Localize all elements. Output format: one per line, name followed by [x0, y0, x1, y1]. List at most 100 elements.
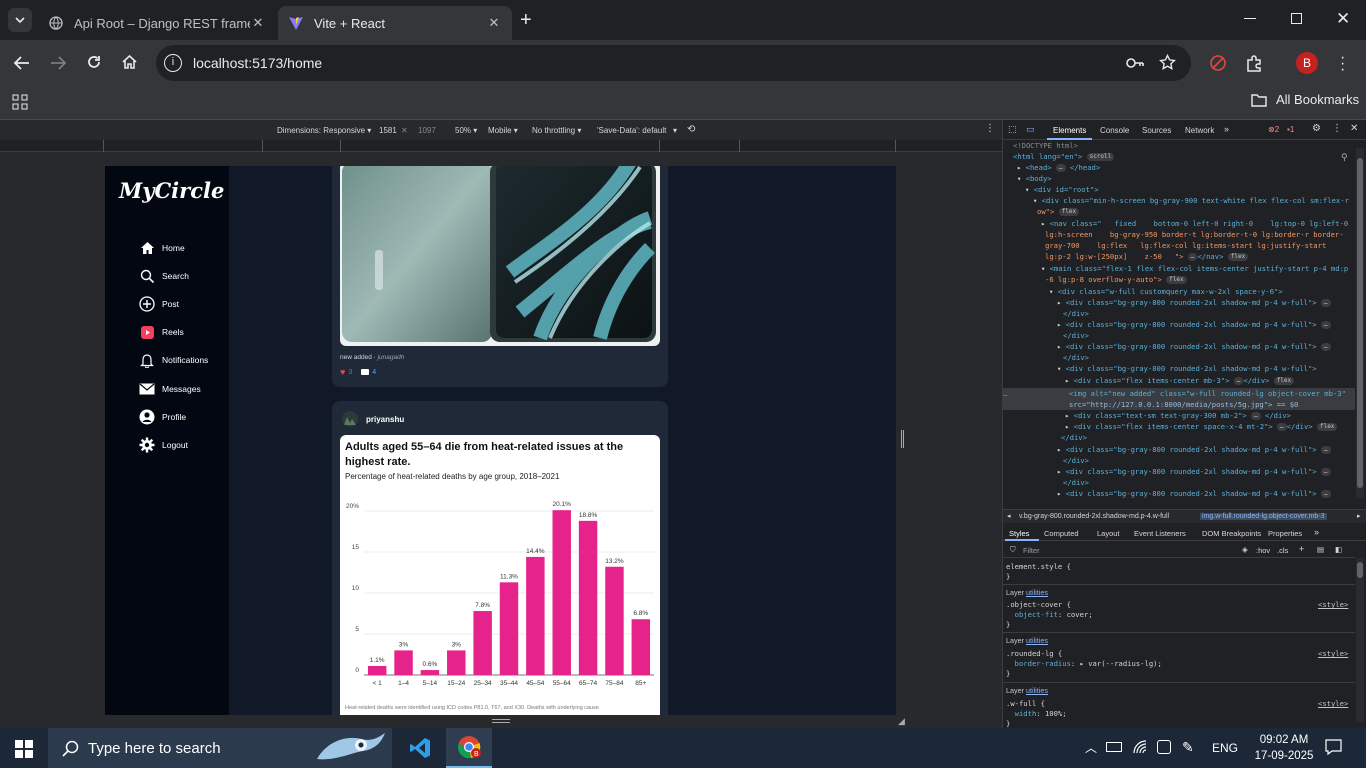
dom-line[interactable]: <!DOCTYPE html> — [1013, 140, 1078, 151]
rule-source-link[interactable]: <style> — [1318, 699, 1348, 709]
dom-line[interactable]: ▸ <div class="bg-gray-800 rounded-2xl sh… — [1057, 319, 1331, 330]
tab-vite-react[interactable]: Vite + React ✕ — [278, 6, 512, 40]
property-name[interactable]: width — [1015, 709, 1037, 718]
dom-line[interactable]: </div> — [1063, 330, 1089, 341]
restore-button[interactable] — [1291, 13, 1302, 24]
dom-line[interactable]: ▾ <div class="w-full customquery max-w-2… — [1049, 286, 1283, 297]
sidebar-item-notifications[interactable]: Notifications — [139, 352, 208, 368]
apps-grid-icon[interactable] — [12, 94, 28, 110]
warning-count[interactable]: ▪1 — [1287, 125, 1294, 134]
dom-line[interactable]: ▸ <div class="text-sm text-gray-300 mb-2… — [1065, 410, 1291, 421]
pin-icon[interactable]: ⚲ — [1341, 152, 1348, 163]
sidebar-item-logout[interactable]: Logout — [139, 437, 188, 453]
rule-object-cover[interactable]: .object-cover { object-fit: cover; } — [1006, 600, 1093, 630]
hov-toggle[interactable]: :hov — [1256, 546, 1270, 555]
dom-line[interactable]: <html lang="en"> scroll — [1013, 151, 1115, 162]
site-info-icon[interactable]: i — [164, 54, 182, 72]
zoom-select[interactable]: 50% ▾ — [455, 126, 477, 135]
vscode-app-icon[interactable] — [400, 728, 440, 768]
rule-w-full[interactable]: .w-full { width: 100%; } — [1006, 699, 1067, 728]
dom-line[interactable]: ow"> flex — [1037, 206, 1080, 217]
device-toggle-icon[interactable]: ▭ — [1026, 124, 1035, 135]
tab-django-api[interactable]: Api Root – Django REST framew ✕ — [38, 6, 276, 40]
battery-icon[interactable] — [1106, 742, 1122, 752]
tab-dom-breakpoints[interactable]: DOM Breakpoints — [1202, 529, 1261, 538]
resize-handle-bottom[interactable] — [492, 719, 510, 723]
computed-toggle-icon[interactable]: ▤ — [1317, 545, 1324, 554]
chart-image[interactable]: Adults aged 55–64 die from heat-related … — [340, 435, 660, 715]
tab-sources[interactable]: Sources — [1142, 126, 1171, 135]
tab-network[interactable]: Network — [1185, 126, 1214, 135]
height-input[interactable]: 1097 — [418, 126, 436, 135]
dom-line[interactable]: ▾ <main class="flex-1 flex flex-col item… — [1041, 263, 1348, 274]
tab-search-button[interactable] — [8, 8, 32, 32]
dom-line[interactable]: </div> — [1063, 308, 1089, 319]
dom-line[interactable]: ▸ <nav class=" fixed bottom-0 left-0 rig… — [1041, 218, 1348, 229]
extension-blocked-icon[interactable] — [1209, 54, 1227, 72]
close-tab-icon[interactable]: ✕ — [486, 15, 502, 31]
dom-line[interactable]: </div> — [1061, 432, 1087, 443]
rule-element-style[interactable]: element.style {} — [1006, 562, 1071, 582]
close-window-button[interactable]: ✕ — [1336, 9, 1350, 29]
taskbar-search-box[interactable]: Type here to search — [48, 728, 392, 768]
minimize-button[interactable] — [1244, 18, 1256, 19]
dom-line[interactable]: ▸ <div class="bg-gray-800 rounded-2xl sh… — [1057, 341, 1331, 352]
more-tabs-icon[interactable]: » — [1224, 124, 1229, 134]
property-name[interactable]: object-fit — [1015, 610, 1058, 619]
pen-workspace-icon[interactable]: ✎ — [1182, 739, 1194, 756]
dom-line[interactable]: </div> — [1063, 352, 1089, 363]
layer-link[interactable]: utilities — [1026, 588, 1048, 597]
property-name[interactable]: border-radius — [1015, 659, 1071, 668]
extensions-puzzle-icon[interactable] — [1245, 54, 1263, 72]
avatar[interactable] — [342, 411, 358, 427]
property-value[interactable]: var(--radius-lg); — [1088, 659, 1162, 668]
dom-line[interactable]: </div> — [1063, 477, 1089, 488]
dom-line[interactable]: gray-700 lg:flex lg:flex-col lg:items-st… — [1045, 240, 1326, 251]
brand-logo[interactable]: MyCircle — [119, 178, 224, 203]
dimensions-select[interactable]: Dimensions: Responsive ▾ — [277, 126, 371, 135]
close-tab-icon[interactable]: ✕ — [250, 15, 266, 31]
dom-line[interactable]: -6 lg:p-8 overflow-y-auto"> flex — [1045, 274, 1187, 285]
breadcrumb-item[interactable]: v.bg-gray-800.rounded-2xl.shadow-md.p-4.… — [1019, 513, 1169, 520]
dom-line-selected[interactable]: src="http://127.0.0.1:8000/media/posts/5… — [1069, 399, 1298, 410]
forward-icon[interactable] — [49, 55, 67, 71]
breadcrumb-item-active[interactable]: img.w-full.rounded-lg.object-cover.mb-3 — [1200, 513, 1327, 520]
new-tab-button[interactable]: + — [520, 10, 532, 30]
resize-handle-corner[interactable]: ◢ — [898, 716, 905, 727]
styles-scrollbar[interactable] — [1356, 558, 1364, 722]
close-devtools-icon[interactable]: ✕ — [1350, 123, 1358, 134]
tab-properties[interactable]: Properties — [1268, 529, 1302, 538]
more-tabs-icon[interactable]: » — [1314, 527, 1319, 537]
dom-scrollbar[interactable] — [1356, 148, 1364, 498]
dom-line[interactable]: lg:h-screen bg-gray-950 border-t lg:bord… — [1045, 229, 1344, 240]
dom-line[interactable]: ▾ <div class="min-h-screen bg-gray-900 t… — [1033, 195, 1349, 206]
rule-source-link[interactable]: <style> — [1318, 649, 1348, 659]
notifications-icon[interactable] — [1325, 739, 1342, 755]
throttling-select[interactable]: No throttling ▾ — [532, 126, 581, 135]
clock[interactable]: 09:02 AM 17-09-2025 — [1252, 732, 1316, 764]
meet-now-icon[interactable] — [1157, 740, 1171, 754]
dom-line[interactable]: ▸ <div class="bg-gray-800 rounded-2xl sh… — [1057, 466, 1331, 477]
dom-line[interactable]: ▸ <div class="bg-gray-800 rounded-2xl sh… — [1057, 297, 1331, 308]
dom-line[interactable]: ▸ <div class="flex items-center mb-3"> …… — [1065, 375, 1295, 386]
bookmark-star-icon[interactable] — [1159, 54, 1176, 71]
post-username[interactable]: priyanshu — [366, 415, 404, 424]
device-menu-icon[interactable]: ⋮ — [985, 123, 995, 134]
inspect-element-icon[interactable]: ⬚ — [1008, 124, 1017, 135]
windows-start-icon[interactable] — [15, 740, 33, 758]
dom-line[interactable]: ▸ <div class="bg-gray-800 rounded-2xl sh… — [1057, 444, 1331, 455]
post-image-phone[interactable] — [340, 166, 660, 346]
profile-avatar[interactable]: B — [1296, 52, 1318, 74]
dom-line[interactable]: ▾ <div id="root"> — [1025, 184, 1099, 195]
sidebar-item-reels[interactable]: Reels — [139, 324, 184, 340]
save-data-select[interactable]: 'Save-Data': default ▾ — [597, 126, 677, 135]
new-rule-icon[interactable]: + — [1299, 544, 1304, 554]
devtools-menu-icon[interactable]: ⋮ — [1332, 123, 1342, 134]
tab-computed[interactable]: Computed — [1044, 529, 1079, 538]
tab-layout[interactable]: Layout — [1097, 529, 1120, 538]
error-count[interactable]: ⊗2 — [1268, 125, 1279, 134]
width-input[interactable]: 1581 — [379, 126, 397, 135]
rule-source-link[interactable]: <style> — [1318, 600, 1348, 610]
sidebar-item-home[interactable]: Home — [139, 240, 185, 256]
rule-rounded-lg[interactable]: .rounded-lg { border-radius: ▸ var(--rad… — [1006, 649, 1162, 679]
